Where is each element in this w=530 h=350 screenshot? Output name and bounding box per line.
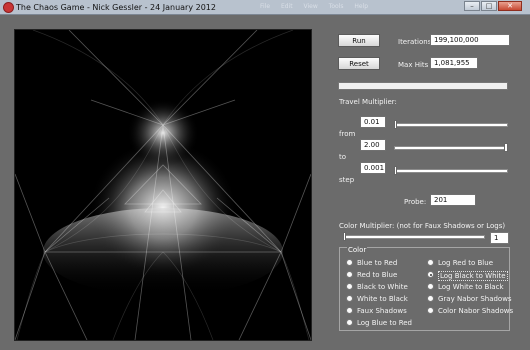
step-label: step — [339, 176, 355, 184]
label-black-to-white: Black to White — [357, 283, 408, 291]
title-bar: The Chaos Game - Nick Gessler - 24 Janua… — [0, 0, 530, 15]
close-button[interactable]: ✕ — [498, 1, 522, 11]
travel-multiplier-label: Travel Multiplier: — [339, 98, 397, 106]
label-blue-to-red: Blue to Red — [357, 259, 398, 267]
label-log-black-to-white: Log Black to White — [438, 271, 508, 281]
color-multiplier-slider-track[interactable] — [343, 235, 485, 239]
background-window-menu: File Edit View Tools Help — [260, 0, 380, 14]
radio-log-red-to-blue[interactable] — [427, 259, 434, 266]
label-color-nabor-shadows: Color Nabor Shadows — [438, 307, 514, 315]
step-field[interactable]: 0.001 — [360, 162, 386, 174]
window-title: The Chaos Game - Nick Gessler - 24 Janua… — [16, 3, 216, 12]
color-multiplier-slider-thumb[interactable] — [343, 232, 346, 241]
background-menu-edit: Edit — [280, 3, 293, 10]
radio-log-blue-to-red[interactable] — [346, 319, 353, 326]
window-controls: – □ ✕ — [464, 1, 522, 11]
to-field[interactable]: 2.00 — [360, 139, 386, 151]
step-slider-thumb[interactable] — [394, 166, 397, 175]
background-menu-view: View — [303, 3, 318, 10]
reset-button[interactable]: Reset — [338, 57, 380, 70]
app-icon — [3, 2, 14, 13]
radio-white-to-black[interactable] — [346, 295, 353, 302]
probe-field[interactable]: 201 — [430, 194, 476, 206]
color-multiplier-field[interactable]: 1 — [490, 232, 509, 244]
minimize-button[interactable]: – — [464, 1, 480, 11]
label-faux-shadows: Faux Shadows — [357, 307, 407, 315]
progress-bar — [338, 82, 508, 90]
max-hits-label: Max Hits — [398, 61, 429, 69]
from-slider-thumb[interactable] — [394, 120, 397, 129]
from-slider-track[interactable] — [394, 123, 508, 127]
radio-log-white-to-black[interactable] — [427, 283, 434, 290]
to-slider-thumb[interactable] — [504, 143, 508, 152]
step-slider-track[interactable] — [394, 169, 508, 173]
from-field[interactable]: 0.01 — [360, 116, 386, 128]
iterations-field[interactable]: 199,100,000 — [430, 34, 510, 46]
radio-red-to-blue[interactable] — [346, 271, 353, 278]
color-multiplier-label: Color Multiplier: (not for Faux Shadows … — [339, 222, 506, 230]
label-white-to-black: White to Black — [357, 295, 408, 303]
chaos-game-canvas[interactable] — [14, 29, 312, 341]
radio-faux-shadows[interactable] — [346, 307, 353, 314]
radio-gray-nabor-shadows[interactable] — [427, 295, 434, 302]
radio-log-black-to-white[interactable] — [427, 271, 434, 278]
label-gray-nabor-shadows: Gray Nabor Shadows — [438, 295, 512, 303]
label-log-white-to-black: Log White to Black — [438, 283, 504, 291]
background-menu-tools: Tools — [328, 3, 344, 10]
radio-color-nabor-shadows[interactable] — [427, 307, 434, 314]
label-log-blue-to-red: Log Blue to Red — [357, 319, 412, 327]
max-hits-field[interactable]: 1,081,955 — [430, 57, 478, 69]
iterations-label: Iterations — [398, 38, 432, 46]
radio-black-to-white[interactable] — [346, 283, 353, 290]
fractal-image — [15, 30, 311, 340]
background-menu-help: Help — [354, 3, 369, 10]
label-red-to-blue: Red to Blue — [357, 271, 398, 279]
maximize-button[interactable]: □ — [481, 1, 497, 11]
run-button[interactable]: Run — [338, 34, 380, 47]
label-log-red-to-blue: Log Red to Blue — [438, 259, 493, 267]
to-label: to — [339, 153, 347, 161]
to-slider-track[interactable] — [394, 146, 508, 150]
probe-label: Probe: — [404, 198, 427, 206]
color-group-title: Color — [347, 246, 368, 254]
background-menu-file: File — [260, 3, 271, 10]
radio-blue-to-red[interactable] — [346, 259, 353, 266]
from-label: from — [339, 130, 356, 138]
